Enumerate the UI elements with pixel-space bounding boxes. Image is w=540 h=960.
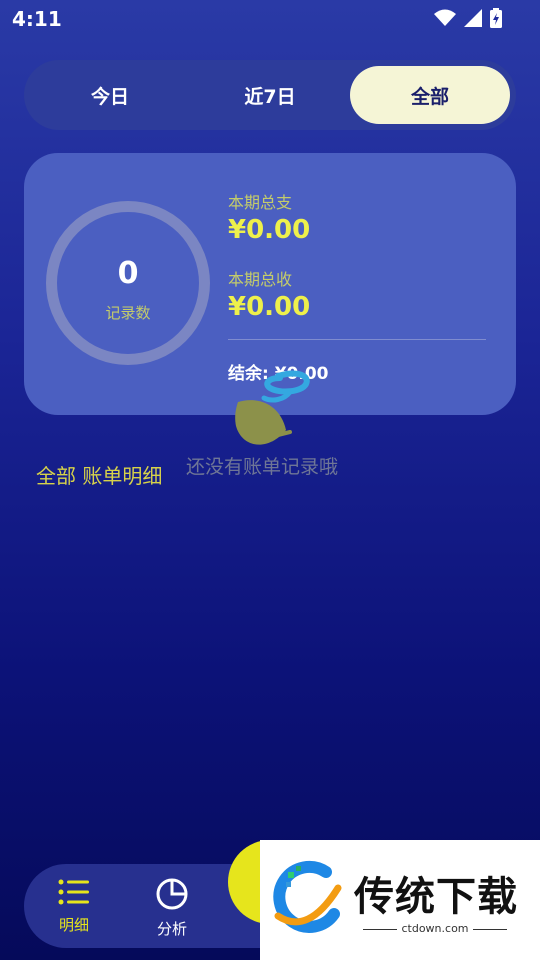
income-label: 本期总收 xyxy=(228,270,293,289)
record-count-ring: 0 记录数 xyxy=(46,201,210,365)
summary-divider xyxy=(228,339,486,340)
tab-all[interactable]: 全部 xyxy=(350,66,510,124)
watermark-overlay: 传统下载 ctdown.com xyxy=(260,840,540,960)
expense-value: ¥0.00 xyxy=(228,215,311,245)
empty-leaf-icon xyxy=(235,370,310,445)
empty-state-text: 还没有账单记录哦 xyxy=(186,456,339,478)
pie-chart-icon xyxy=(156,878,188,910)
status-icons xyxy=(434,8,502,28)
wifi-icon xyxy=(434,9,456,26)
list-icon xyxy=(58,879,89,905)
status-bar: 4:11 xyxy=(0,0,540,38)
nav-label-details: 明细 xyxy=(58,916,89,934)
list-section-title: 全部 账单明细 xyxy=(36,464,163,488)
watermark-logo xyxy=(273,860,342,933)
income-value: ¥0.00 xyxy=(228,292,311,322)
record-count-label: 记录数 xyxy=(105,304,151,322)
nav-item-details[interactable]: 明细 xyxy=(39,878,109,935)
tab-today[interactable]: 今日 xyxy=(30,66,190,124)
tab-last-7-days[interactable]: 近7日 xyxy=(190,66,350,124)
cell-signal-icon xyxy=(464,9,482,27)
nav-label-analysis: 分析 xyxy=(156,920,187,938)
battery-charging-icon xyxy=(490,8,502,28)
status-time: 4:11 xyxy=(12,7,62,31)
record-count: 0 xyxy=(117,256,139,291)
nav-item-analysis[interactable]: 分析 xyxy=(137,878,207,939)
range-selector: 今日 近7日 全部 xyxy=(24,60,516,130)
watermark-title: 传统下载 xyxy=(354,874,518,920)
watermark-url: ctdown.com xyxy=(354,922,516,935)
expense-label: 本期总支 xyxy=(228,193,293,212)
